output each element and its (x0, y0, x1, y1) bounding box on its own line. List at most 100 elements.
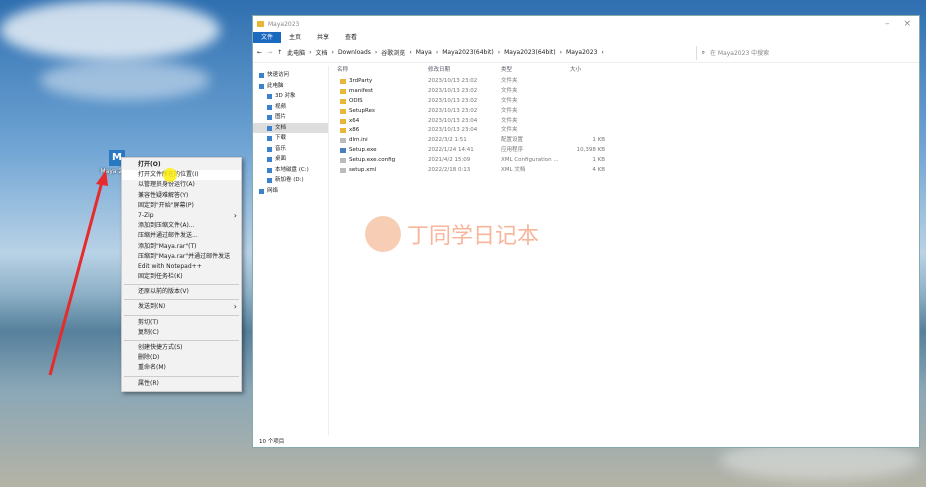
nav-item-label: 文档 (275, 124, 287, 131)
nav-item[interactable]: 图片 (253, 112, 328, 123)
file-type: 文件夹 (501, 117, 518, 124)
context-menu-item[interactable]: 重命名(M) (122, 363, 241, 373)
nav-item-label: 3D 对象 (275, 93, 296, 99)
nav-item[interactable]: 此电脑 (253, 81, 328, 92)
file-row[interactable]: 3rdParty 2023/10/13 23:02 文件夹 (337, 77, 627, 87)
file-row[interactable]: x64 2023/10/13 23:04 文件夹 (337, 117, 627, 127)
context-menu-item[interactable]: 还原以前的版本(V) (122, 287, 241, 297)
nav-item-icon (259, 188, 264, 194)
file-row[interactable]: Setup.exe 2022/1/24 14:41 应用程序 10,398 KB (337, 146, 627, 156)
nav-item[interactable]: 网络 (253, 186, 328, 197)
breadcrumb-item[interactable]: Maya2023 (566, 49, 597, 56)
breadcrumb-item[interactable]: 文档 (316, 48, 328, 57)
file-row[interactable]: dlm.ini 2022/3/2 1:51 配置设置 1 KB (337, 136, 627, 146)
file-name: SetupRes (337, 107, 428, 117)
column-name[interactable]: 名称 (337, 63, 428, 77)
minimize-button[interactable]: – (885, 19, 890, 29)
file-date: 2023/10/13 23:04 (428, 117, 478, 124)
context-menu-item[interactable]: 属性(R) (122, 379, 241, 389)
nav-item-icon (267, 157, 272, 162)
ribbon-tabs: 文件 主页 共享 查看 (253, 32, 919, 43)
file-row[interactable]: manifest 2023/10/13 23:02 文件夹 (337, 87, 627, 97)
nav-item[interactable]: 视频 (253, 102, 328, 113)
context-menu-item[interactable]: Edit with Notepad++ (122, 262, 241, 272)
breadcrumb-item[interactable]: Downloads (338, 49, 371, 56)
context-menu-item[interactable]: 压缩并通过邮件发送... (122, 231, 241, 241)
breadcrumb[interactable]: 此电脑 › 文档 › Downloads › 谷歌浏览 › Maya › Maya2023(64bi… (287, 45, 697, 60)
file-row[interactable]: SetupRes 2023/10/13 23:02 文件夹 (337, 107, 627, 117)
file-date: 2023/10/13 23:02 (428, 107, 478, 114)
chevron-right-icon: › (409, 49, 412, 56)
file-name-text: Setup.exe.config (349, 157, 396, 164)
nav-item-icon (267, 136, 272, 141)
ribbon-tab[interactable]: 共享 (309, 32, 337, 43)
up-icon[interactable]: ↑ (277, 49, 282, 56)
exe-icon (340, 148, 346, 154)
nav-item-icon (267, 146, 272, 152)
file-size (560, 117, 605, 127)
context-menu-item[interactable]: 打开文件所在的位置(I) (122, 170, 241, 181)
nav-item[interactable]: 快速访问 (253, 70, 328, 81)
ribbon-tab[interactable]: 文件 (253, 32, 282, 43)
context-menu-item[interactable]: 固定到"开始"屏幕(P) (122, 201, 241, 211)
file-name-text: setup.xml (349, 167, 377, 174)
context-menu-item[interactable]: 压缩到"Maya.rar"并通过邮件发送 (122, 252, 241, 262)
nav-item-icon (267, 125, 272, 131)
context-menu-item[interactable]: 7-Zip › (122, 211, 241, 221)
nav-item[interactable]: 新加卷 (D:) (253, 175, 328, 186)
close-button[interactable]: × (903, 19, 911, 29)
file-name-text: ODIS (349, 97, 363, 104)
file-row[interactable]: ODIS 2023/10/13 23:02 文件夹 (337, 97, 627, 107)
context-menu-item[interactable]: 添加到压缩文件(A)... (122, 221, 241, 231)
breadcrumb-item[interactable]: 此电脑 (287, 48, 305, 57)
context-menu-item[interactable]: 添加到"Maya.rar"(T) (122, 242, 241, 252)
folder-icon (340, 79, 346, 84)
nav-item[interactable]: 下载 (253, 133, 328, 144)
nav-item[interactable]: 本地磁盘 (C:) (253, 165, 328, 176)
navigation-pane: 快速访问 此电脑 3D 对象视频 图片 文档下载 音乐桌面 本地磁盘 (C:) 新加卷 (D:… (253, 66, 329, 435)
breadcrumb-item[interactable]: 谷歌浏览 (381, 48, 405, 57)
nav-item[interactable]: 文档 (253, 122, 328, 133)
nav-item-label: 音乐 (275, 145, 287, 152)
file-date: 2023/10/13 23:02 (428, 97, 478, 104)
breadcrumb-item[interactable]: Maya2023(64bit) (442, 49, 494, 56)
nav-item[interactable]: 3D 对象 (253, 91, 328, 102)
folder-icon (340, 118, 346, 124)
file-name: x64 (337, 117, 428, 127)
context-menu-item[interactable]: 创建快捷方式(S) (122, 343, 241, 353)
ribbon-tab[interactable]: 主页 (281, 32, 309, 43)
file-row[interactable]: Setup.exe.config 2021/4/2 15:09 XML Config… (337, 156, 627, 166)
forward-icon[interactable]: → (267, 49, 272, 56)
column-size[interactable]: 大小 (560, 63, 605, 77)
file-name: Setup.exe.config (337, 156, 428, 166)
file-date: 2023/10/13 23:02 (428, 78, 478, 84)
nav-item-icon (259, 83, 264, 89)
file-date: 2023/10/13 23:02 (428, 87, 478, 94)
context-menu-item[interactable]: 打开(O) (122, 160, 241, 170)
context-menu-item[interactable]: 固定到任务栏(K) (122, 272, 241, 282)
nav-item[interactable]: 桌面 (253, 154, 328, 165)
file-row[interactable]: x86 2023/10/13 23:04 文件夹 (337, 126, 627, 136)
context-menu-item[interactable]: 以管理员身份运行(A) (122, 180, 241, 190)
context-menu-item[interactable]: 删除(D) (122, 353, 241, 363)
context-menu-item[interactable]: 兼容性疑难解答(Y) (122, 191, 241, 201)
column-type[interactable]: 类型 (501, 63, 560, 77)
file-row[interactable]: setup.xml 2022/2/18 0:13 XML 文档 4 KB (337, 166, 627, 176)
file-name: dlm.ini (337, 136, 428, 146)
file-explorer-window: Maya2023 – × 文件 主页 共享 查看 ← → ↑ 此电脑 › 文档 › Downl… (252, 15, 920, 448)
nav-item-icon (267, 115, 272, 120)
breadcrumb-item[interactable]: Maya (416, 49, 432, 56)
file-size (560, 77, 605, 87)
context-menu-item[interactable]: 剪切(T) (122, 318, 241, 328)
title-bar: Maya2023 – × (253, 16, 919, 32)
search-input[interactable]: 在 Maya2023 中搜索 (710, 48, 915, 57)
context-menu-item[interactable]: 复制(C) (122, 328, 241, 338)
context-menu: 打开(O)打开文件所在的位置(I)以管理员身份运行(A)兼容性疑难解答(Y)固定… (121, 157, 242, 392)
ribbon-tab[interactable]: 查看 (337, 32, 365, 43)
nav-item[interactable]: 音乐 (253, 144, 328, 155)
column-date[interactable]: 修改日期 (428, 63, 501, 77)
file-size (560, 87, 605, 97)
back-icon[interactable]: ← (257, 49, 262, 56)
breadcrumb-item[interactable]: Maya2023(64bit) (504, 49, 556, 56)
context-menu-item[interactable]: 发送到(N) › (122, 302, 241, 312)
